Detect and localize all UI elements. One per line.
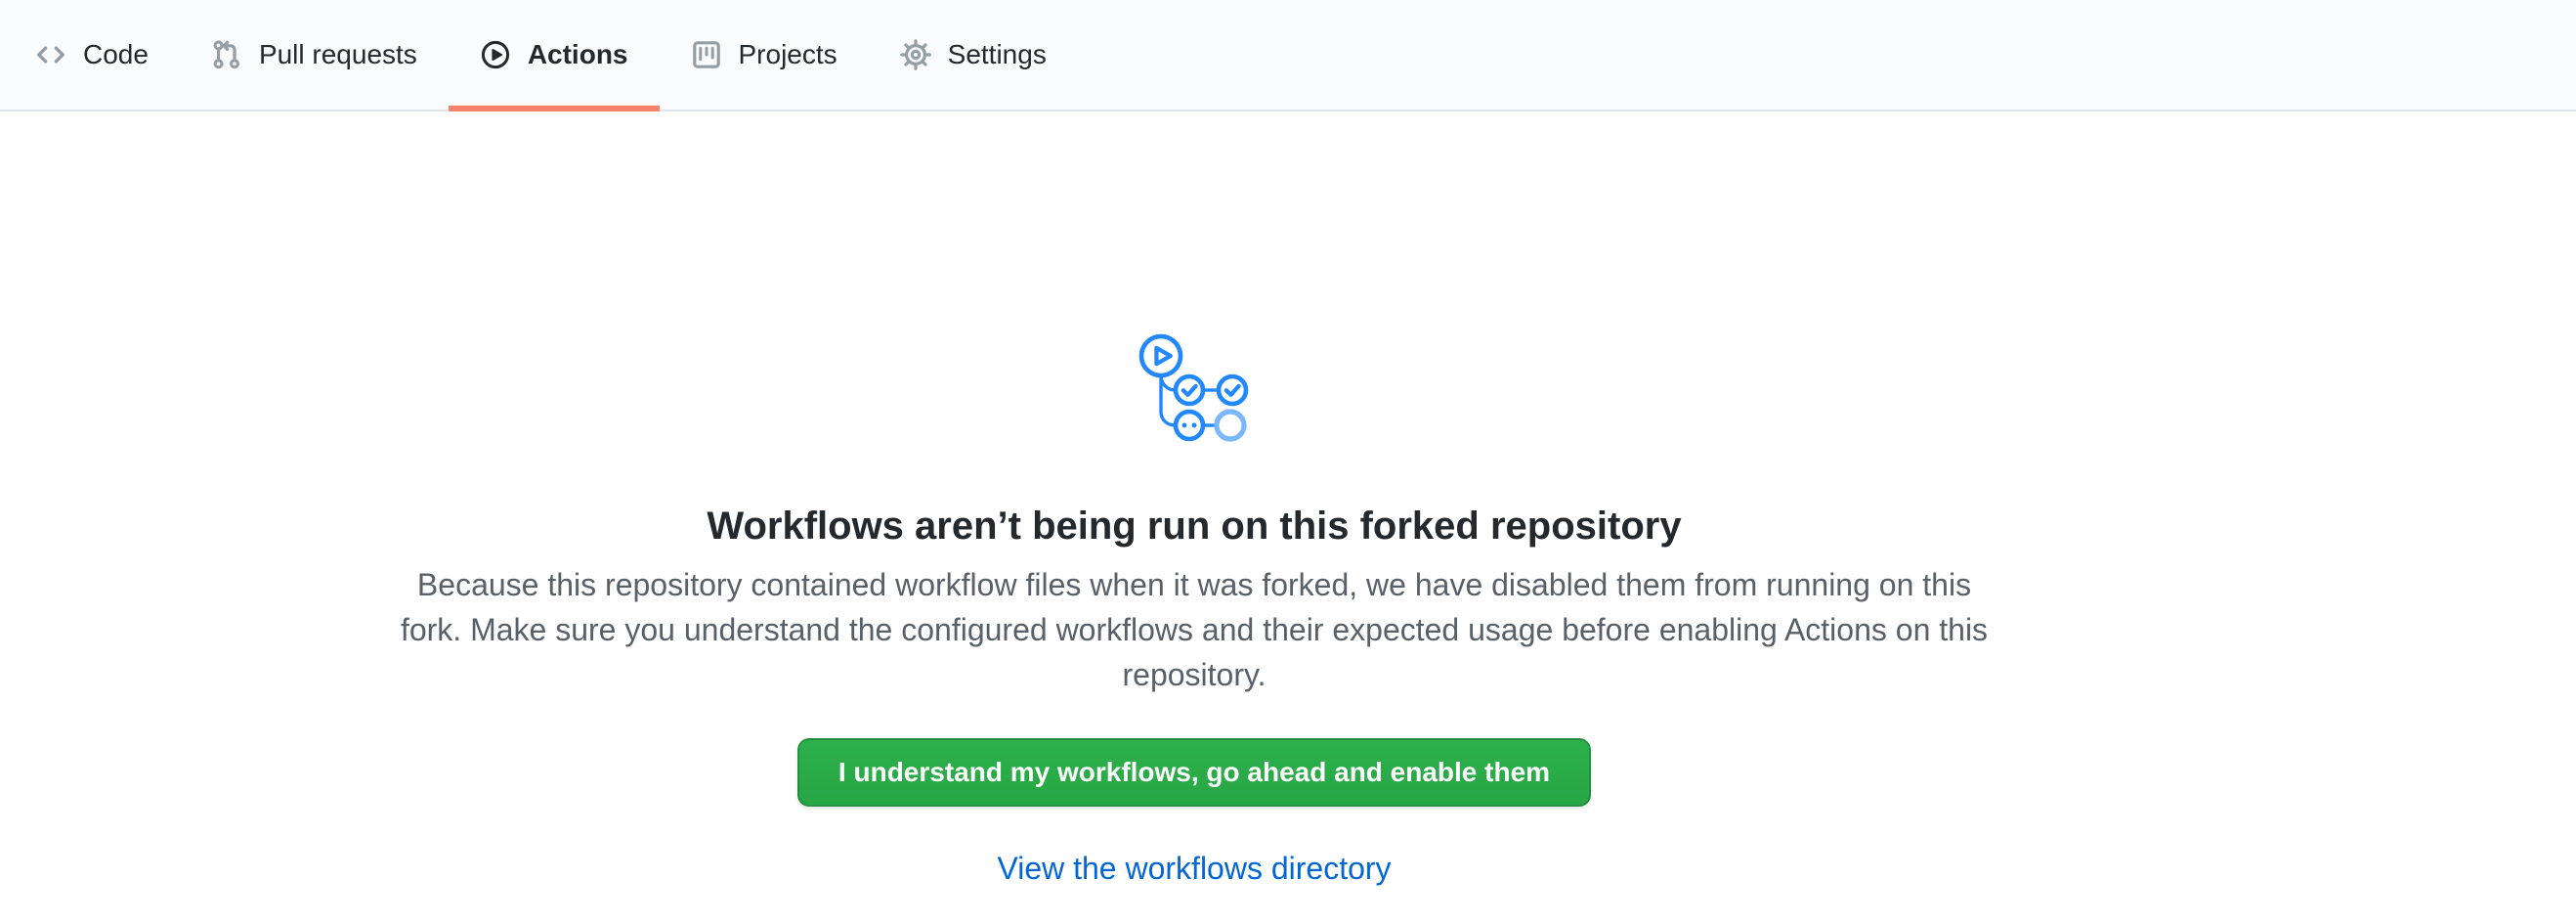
enable-workflows-button[interactable]: I understand my workflows, go ahead and …: [797, 738, 1591, 807]
empty-state-title: Workflows aren’t being run on this forke…: [0, 502, 2388, 550]
view-workflows-directory-link[interactable]: View the workflows directory: [997, 851, 1391, 886]
tab-label: Pull requests: [259, 41, 417, 68]
tab-projects[interactable]: Projects: [660, 0, 869, 110]
tab-label: Settings: [948, 41, 1047, 68]
code-icon: [35, 39, 66, 70]
pull-request-icon: [211, 39, 242, 70]
tab-settings[interactable]: Settings: [869, 0, 1078, 110]
tab-actions[interactable]: Actions: [449, 0, 660, 110]
tab-label: Projects: [739, 41, 837, 68]
workflow-graph-icon: [1138, 332, 1251, 446]
tab-label: Actions: [528, 41, 628, 68]
tab-pull-requests[interactable]: Pull requests: [180, 0, 449, 110]
project-icon: [691, 39, 722, 70]
play-icon: [480, 39, 511, 70]
actions-disabled-empty-state: Workflows aren’t being run on this forke…: [0, 111, 2388, 891]
repo-tab-bar: Code Pull requests Actions: [0, 0, 2576, 111]
tab-code[interactable]: Code: [4, 0, 180, 110]
gear-icon: [900, 39, 931, 70]
tab-label: Code: [83, 41, 149, 68]
empty-state-description: Because this repository contained workfl…: [383, 562, 2005, 697]
